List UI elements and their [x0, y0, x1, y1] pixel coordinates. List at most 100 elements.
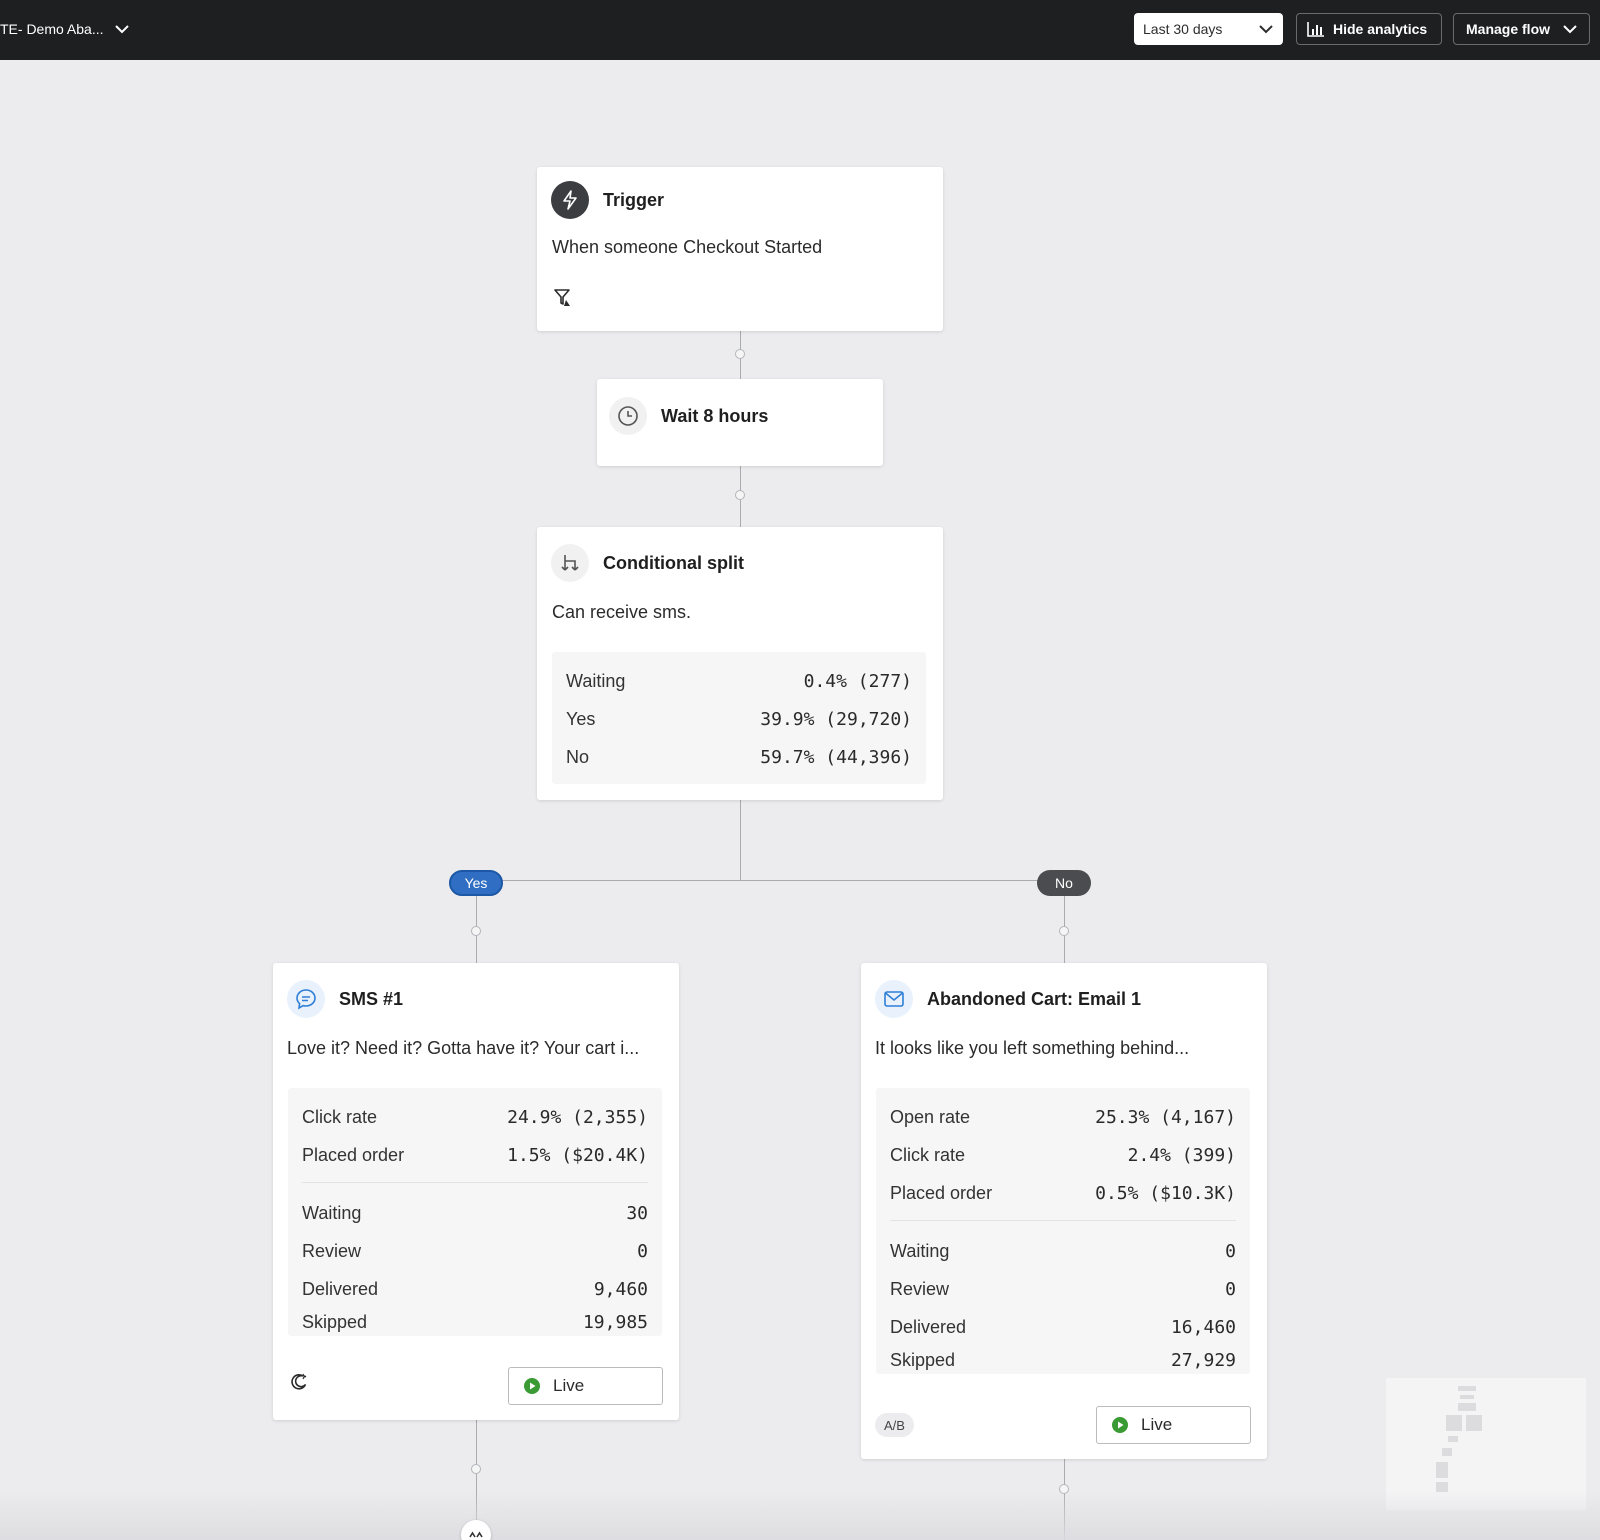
- manage-flow-label: Manage flow: [1466, 21, 1551, 37]
- sms-status-label: Live: [553, 1376, 585, 1395]
- stat-label: Waiting: [566, 670, 626, 691]
- minimap-node: [1458, 1386, 1476, 1391]
- stat-row: Yes 39.9% (29,720): [566, 700, 912, 738]
- stat-row: Skipped 19,985: [302, 1308, 648, 1336]
- stat-divider: [890, 1220, 1236, 1221]
- connector-line: [740, 800, 741, 880]
- stat-value: 59.7% (44,396): [760, 746, 912, 768]
- play-icon: [523, 1377, 541, 1395]
- stat-value: 1.5% ($20.4K): [507, 1144, 648, 1166]
- minimap-node: [1460, 1395, 1474, 1399]
- stat-label: Yes: [566, 708, 596, 729]
- clock-icon: [609, 397, 647, 435]
- chat-icon: [287, 980, 325, 1018]
- stat-row: Waiting 0.4% (277): [566, 662, 912, 700]
- email-card[interactable]: Abandoned Cart: Email 1 It looks like yo…: [861, 963, 1267, 1459]
- quiet-hours-icon[interactable]: [289, 1372, 309, 1397]
- stat-label: No: [566, 746, 590, 767]
- sms-live-status-button[interactable]: Live: [508, 1367, 663, 1405]
- stat-label: Skipped: [302, 1311, 368, 1332]
- stat-row: Delivered 9,460: [302, 1270, 648, 1308]
- flow-name-dropdown[interactable]: TE- Demo Aba...: [0, 0, 130, 58]
- bar-chart-icon: [1307, 21, 1325, 37]
- stat-label: Click rate: [890, 1144, 966, 1165]
- sms-title: SMS #1: [339, 988, 404, 1009]
- email-description: It looks like you left something behind.…: [875, 1038, 1190, 1058]
- email-title: Abandoned Cart: Email 1: [927, 988, 1142, 1009]
- wait-card[interactable]: Wait 8 hours: [597, 379, 883, 466]
- stat-value: 0.5% ($10.3K): [1095, 1182, 1236, 1204]
- stat-label: Placed order: [890, 1182, 993, 1203]
- split-description: Can receive sms.: [552, 602, 692, 622]
- mail-icon: [875, 980, 913, 1018]
- connector-node: [471, 926, 481, 936]
- play-icon: [1111, 1416, 1129, 1434]
- filter-icon[interactable]: [553, 288, 573, 313]
- stat-row: Skipped 27,929: [890, 1346, 1236, 1374]
- branch-yes-pill[interactable]: Yes: [449, 870, 503, 896]
- date-range-value: Last 30 days: [1143, 21, 1223, 37]
- trigger-card[interactable]: Trigger When someone Checkout Started: [537, 167, 943, 331]
- stat-value: 30: [626, 1202, 648, 1224]
- top-bar: TE- Demo Aba... Last 30 days Hide analyt…: [0, 0, 1600, 60]
- stat-value: 19,985: [582, 1311, 648, 1333]
- stat-value: 25.3% (4,167): [1095, 1106, 1236, 1128]
- stat-label: Waiting: [302, 1202, 362, 1223]
- split-stats-panel: Waiting 0.4% (277) Yes 39.9% (29,720) No…: [552, 652, 926, 784]
- sms-stats-panel: Click rate 24.9% (2,355) Placed order 1.…: [288, 1088, 662, 1336]
- lightning-icon: [551, 181, 589, 219]
- stat-value: 2.4% (399): [1127, 1144, 1236, 1166]
- minimap-node: [1446, 1415, 1462, 1431]
- stat-value: 27,929: [1170, 1349, 1236, 1371]
- stat-row: Delivered 16,460: [890, 1308, 1236, 1346]
- stat-label: Delivered: [890, 1316, 967, 1337]
- stat-label: Placed order: [302, 1144, 405, 1165]
- stat-value: 39.9% (29,720): [760, 708, 912, 730]
- trigger-title: Trigger: [603, 189, 665, 210]
- stat-label: Skipped: [890, 1349, 956, 1370]
- stat-row: Review 0: [302, 1232, 648, 1270]
- email-status-label: Live: [1141, 1415, 1173, 1434]
- stat-label: Delivered: [302, 1278, 379, 1299]
- branch-line: [476, 880, 1064, 881]
- stat-value: 24.9% (2,355): [507, 1106, 648, 1128]
- stat-row: Open rate 25.3% (4,167): [890, 1098, 1236, 1136]
- stat-value: 0: [1225, 1278, 1236, 1300]
- stat-row: Click rate 2.4% (399): [890, 1136, 1236, 1174]
- wait-title: Wait 8 hours: [661, 405, 769, 426]
- canvas-bottom-fade: [0, 1490, 1600, 1540]
- stat-value: 0: [1225, 1240, 1236, 1262]
- stat-value: 9,460: [593, 1278, 648, 1300]
- split-title: Conditional split: [603, 552, 744, 573]
- branch-no-pill[interactable]: No: [1037, 870, 1091, 896]
- date-range-select[interactable]: Last 30 days: [1134, 13, 1283, 45]
- stat-row: Click rate 24.9% (2,355): [302, 1098, 648, 1136]
- hide-analytics-button[interactable]: Hide analytics: [1296, 13, 1442, 45]
- ab-test-badge: A/B: [875, 1413, 914, 1437]
- connector-node: [1059, 926, 1069, 936]
- stat-row: Placed order 1.5% ($20.4K): [302, 1136, 648, 1174]
- trigger-description: When someone Checkout Started: [552, 237, 823, 257]
- manage-flow-button[interactable]: Manage flow: [1453, 13, 1590, 45]
- sms-card[interactable]: SMS #1 Love it? Need it? Gotta have it? …: [273, 963, 679, 1420]
- stat-label: Waiting: [890, 1240, 950, 1261]
- stat-value: 0: [637, 1240, 648, 1262]
- hide-analytics-label: Hide analytics: [1333, 21, 1428, 37]
- minimap-node: [1458, 1403, 1476, 1411]
- minimap-node: [1436, 1462, 1448, 1478]
- minimap-node: [1466, 1415, 1482, 1431]
- flow-name: TE- Demo Aba...: [0, 21, 104, 37]
- stat-divider: [302, 1182, 648, 1183]
- stat-row: Review 0: [890, 1270, 1236, 1308]
- chevrons-up-icon: [468, 1530, 484, 1540]
- stat-row: Placed order 0.5% ($10.3K): [890, 1174, 1236, 1212]
- email-live-status-button[interactable]: Live: [1096, 1406, 1251, 1444]
- connector-node: [735, 490, 745, 500]
- connector-node: [471, 1464, 481, 1474]
- minimap-node: [1442, 1448, 1452, 1456]
- stat-row: Waiting 0: [890, 1232, 1236, 1270]
- chevron-down-icon: [115, 24, 130, 34]
- conditional-split-card[interactable]: Conditional split Can receive sms. Waiti…: [537, 527, 943, 800]
- connector-node: [735, 349, 745, 359]
- stat-row: Waiting 30: [302, 1194, 648, 1232]
